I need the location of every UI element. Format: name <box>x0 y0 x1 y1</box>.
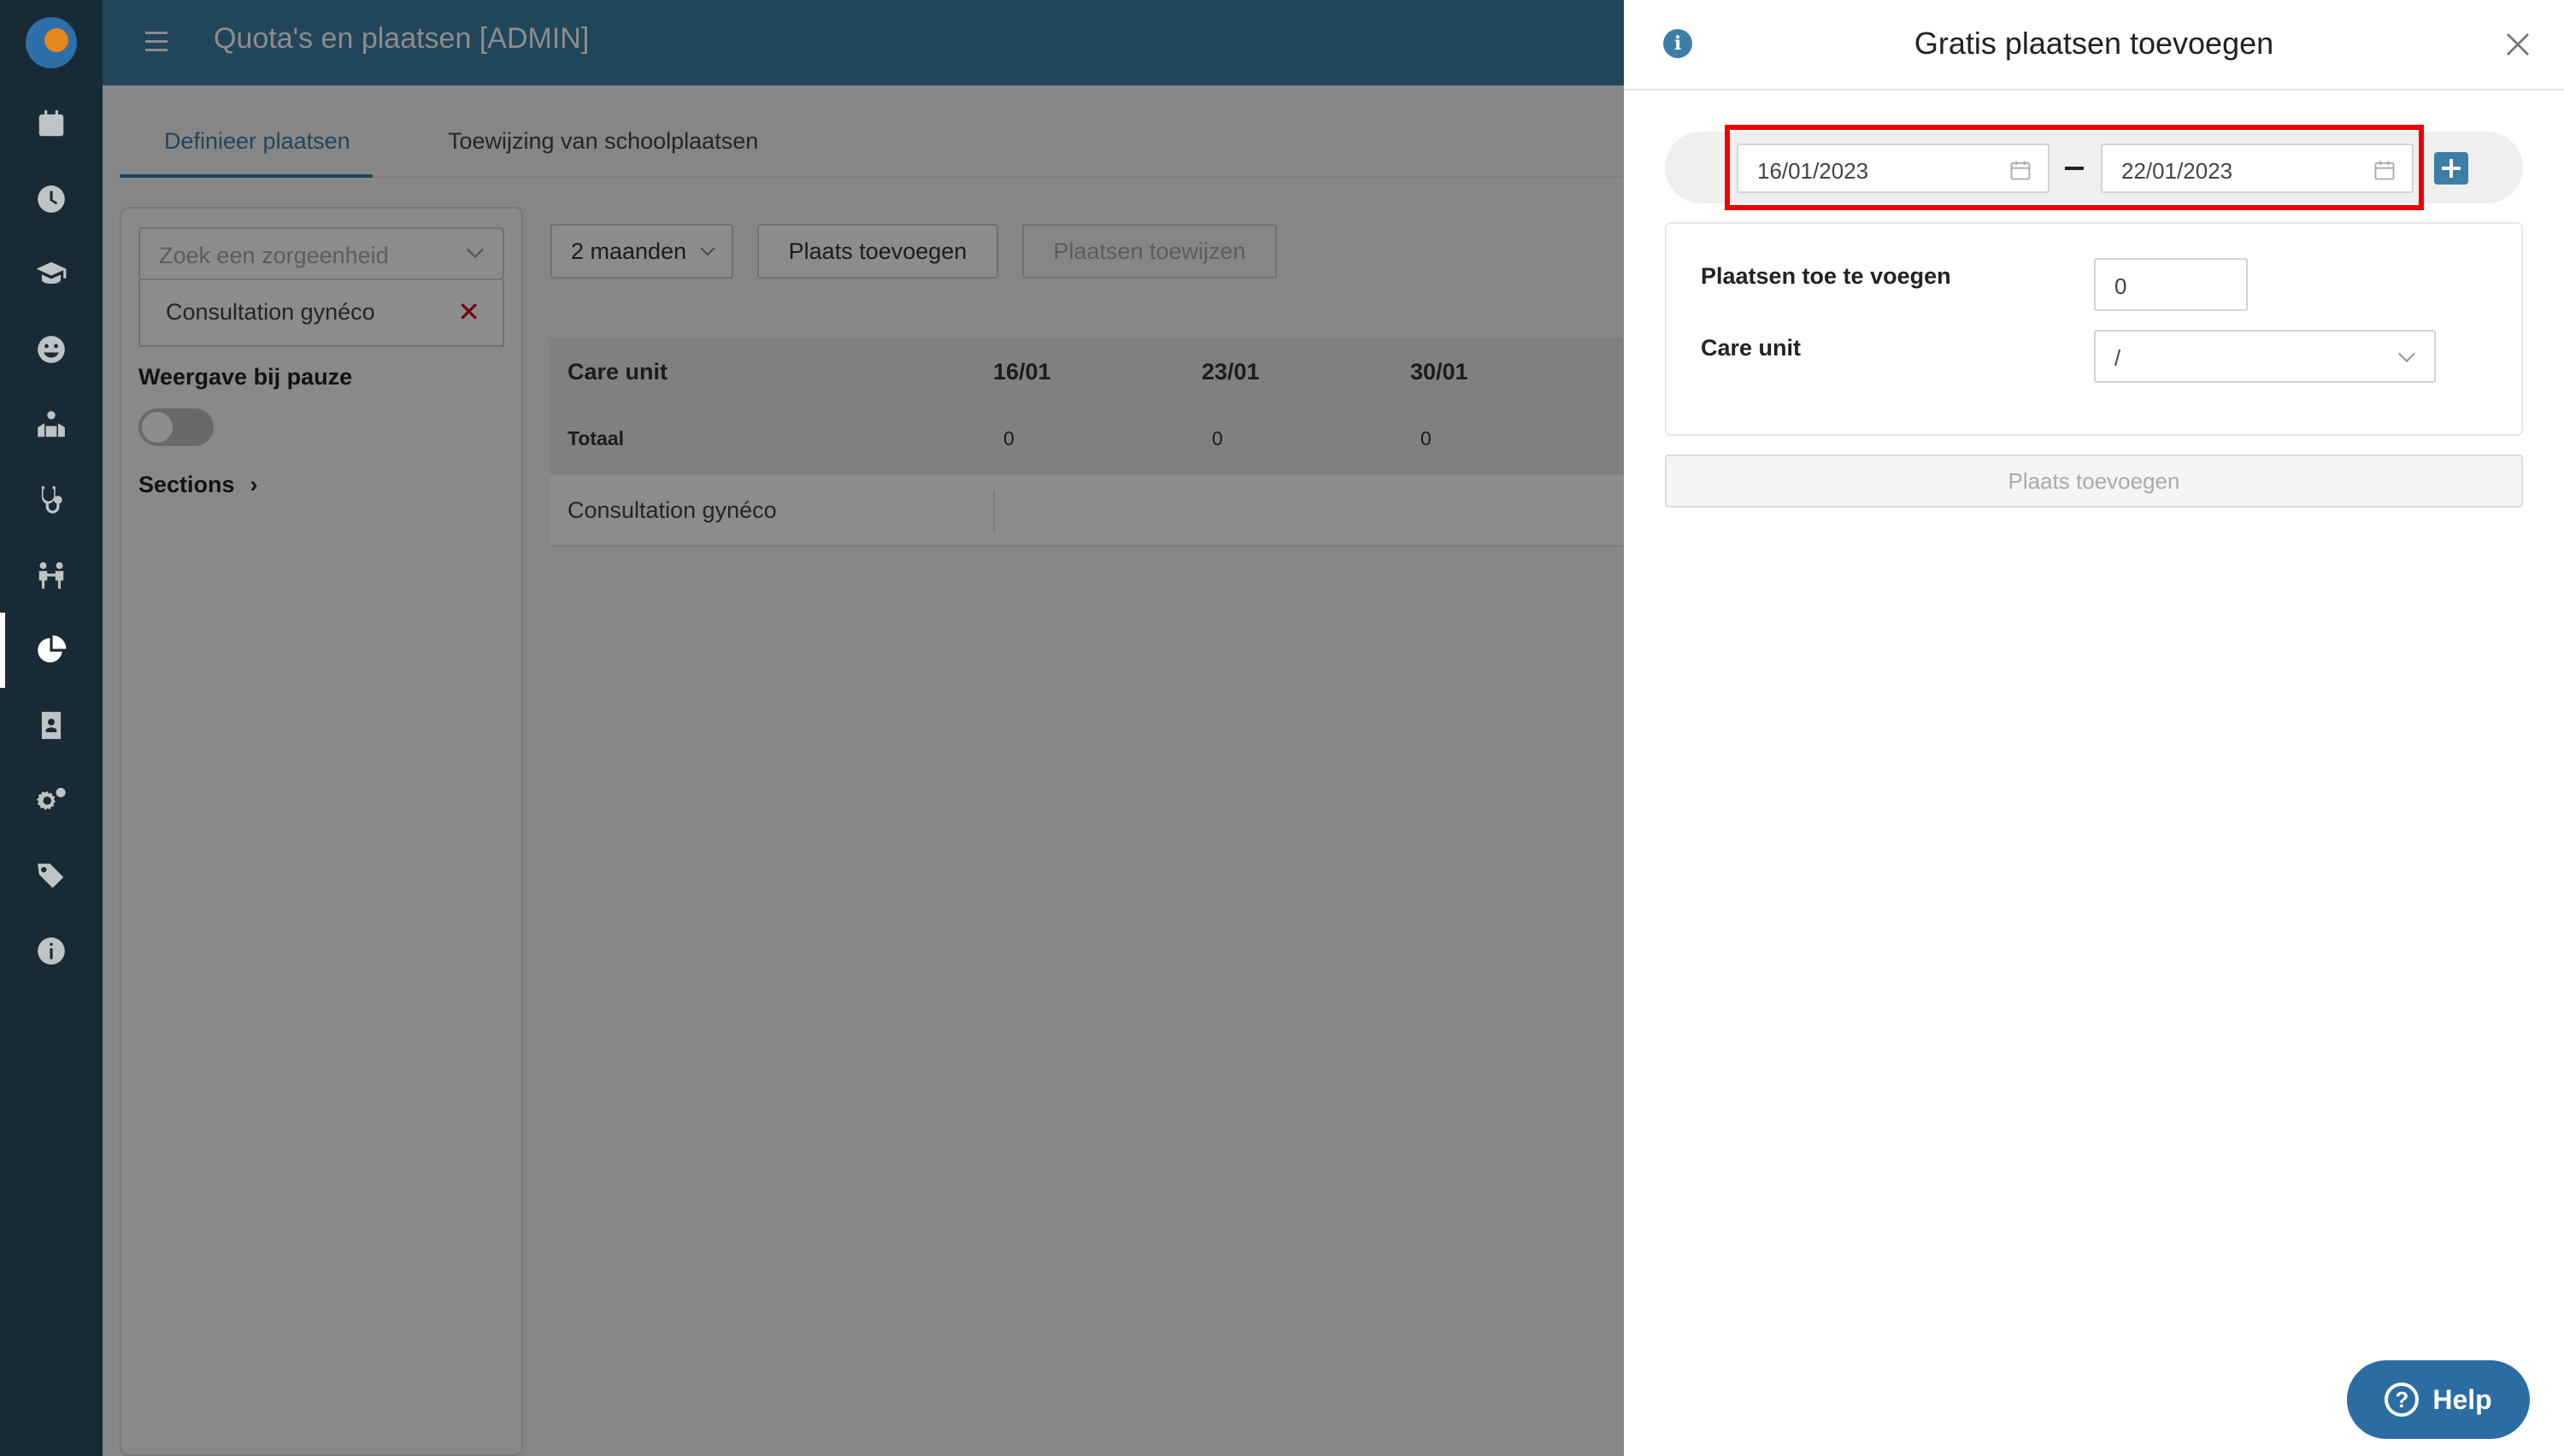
app-logo[interactable] <box>0 0 103 85</box>
date-range-row: 16/01/2023 22/01/2023 <box>1665 125 2523 210</box>
care-unit-label: Care unit <box>1701 335 1802 361</box>
care-unit-select[interactable]: / <box>2094 330 2436 383</box>
help-button[interactable]: ? Help <box>2347 1360 2530 1439</box>
nav-rail <box>0 0 103 1456</box>
pie-chart-icon[interactable] <box>0 613 103 688</box>
help-label: Help <box>2432 1383 2492 1415</box>
add-free-places-drawer: i Gratis plaatsen toevoegen 16/01/2023 2… <box>1624 0 2564 1456</box>
classroom-icon[interactable] <box>0 387 103 462</box>
add-date-range-icon[interactable] <box>2434 152 2468 185</box>
people-icon[interactable] <box>0 537 103 613</box>
places-to-add-input[interactable]: 0 <box>2094 258 2248 311</box>
id-card-icon[interactable] <box>0 688 103 763</box>
care-unit-value: / <box>2114 345 2121 371</box>
submit-add-place-button[interactable]: Plaats toevoegen <box>1665 455 2523 508</box>
chevron-down-icon <box>2397 352 2416 363</box>
info-icon[interactable] <box>0 913 103 989</box>
drawer-header: i Gratis plaatsen toevoegen <box>1624 0 2564 91</box>
places-to-add-value: 0 <box>2114 273 2127 299</box>
clock-icon[interactable] <box>0 161 103 237</box>
question-icon: ? <box>2385 1383 2420 1417</box>
calendar-icon[interactable] <box>0 86 103 161</box>
drawer-title: Gratis plaatsen toevoegen <box>1914 26 2274 61</box>
places-form: Plaatsen toe te voegen 0 Care unit / <box>1665 222 2523 436</box>
places-to-add-label: Plaatsen toe te voegen <box>1701 263 1951 289</box>
modal-backdrop[interactable] <box>103 0 1624 1456</box>
stethoscope-icon[interactable] <box>0 462 103 537</box>
close-icon[interactable] <box>2502 29 2533 60</box>
gears-icon[interactable] <box>0 763 103 838</box>
tags-icon[interactable] <box>0 838 103 913</box>
graduation-cap-icon[interactable] <box>0 237 103 312</box>
smiley-icon[interactable] <box>0 312 103 387</box>
highlight-box <box>1725 125 2424 210</box>
